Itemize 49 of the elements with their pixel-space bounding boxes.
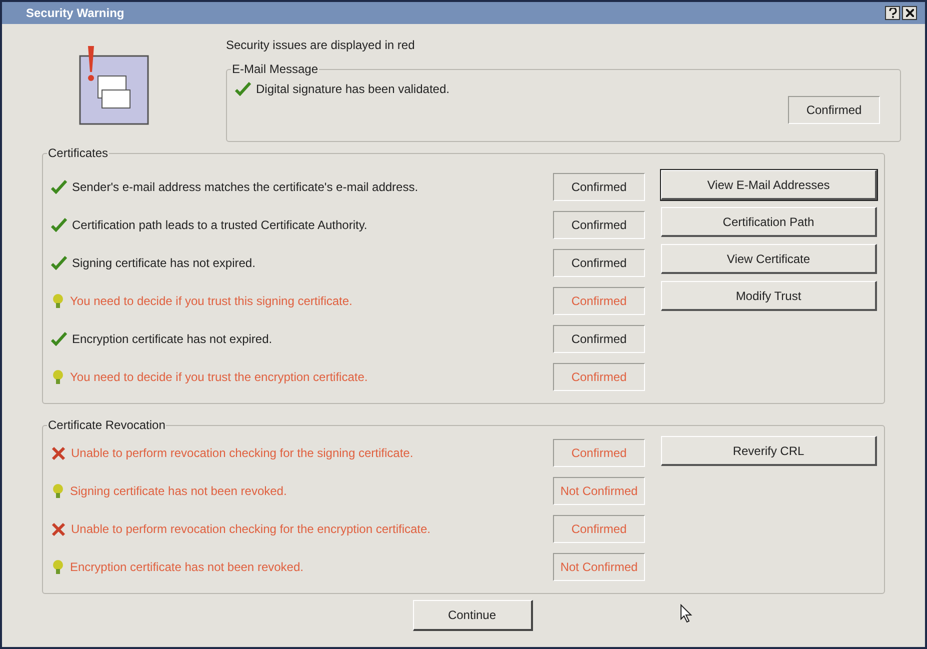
dialog-button[interactable]: View Certificate bbox=[661, 244, 877, 274]
check-icon bbox=[51, 180, 67, 194]
lightbulb-icon bbox=[51, 559, 65, 575]
error-x-icon bbox=[51, 522, 66, 536]
check-icon bbox=[51, 256, 67, 270]
check-result-text: Certification path leads to a trusted Certificate Authority. bbox=[72, 217, 368, 234]
lightbulb-icon bbox=[51, 369, 65, 385]
status-field: Confirmed bbox=[553, 211, 645, 239]
status-field: Not Confirmed bbox=[553, 477, 645, 505]
lightbulb-icon bbox=[51, 293, 65, 309]
error-x-icon bbox=[51, 446, 66, 460]
help-icon bbox=[888, 8, 896, 18]
check-icon bbox=[235, 82, 251, 96]
lightbulb-icon bbox=[51, 483, 65, 499]
check-result-text: You need to decide if you trust the encryption certificate. bbox=[70, 369, 368, 386]
close-button[interactable] bbox=[902, 6, 917, 20]
dialog-button[interactable]: Certification Path bbox=[661, 207, 877, 237]
dialog-button[interactable]: View E-Mail Addresses bbox=[661, 170, 877, 200]
help-button[interactable] bbox=[885, 6, 900, 20]
dialog-button[interactable]: Modify Trust bbox=[661, 281, 877, 311]
check-result-text: Encryption certificate has not been revoked. bbox=[70, 559, 304, 576]
status-field: Confirmed bbox=[553, 173, 645, 201]
dialog-button[interactable]: Reverify CRL bbox=[661, 436, 877, 466]
status-field: Confirmed bbox=[553, 325, 645, 353]
check-result-text: You need to decide if you trust this signing certificate. bbox=[70, 293, 352, 310]
status-field: Confirmed bbox=[788, 96, 880, 124]
status-field: Confirmed bbox=[553, 439, 645, 467]
check-icon bbox=[51, 332, 67, 346]
status-field: Confirmed bbox=[553, 515, 645, 543]
check-result-text: Unable to perform revocation checking for the encryption certificate. bbox=[71, 521, 431, 538]
group-label: Certificates bbox=[47, 145, 110, 162]
continue-button[interactable]: Continue bbox=[412, 600, 532, 631]
check-result-text: Unable to perform revocation checking for the signing certificate. bbox=[71, 445, 414, 462]
status-field: Confirmed bbox=[553, 249, 645, 277]
group-label: Certificate Revocation bbox=[47, 417, 166, 434]
check-result-text: Digital signature has been validated. bbox=[256, 81, 450, 98]
window-title: Security Warning bbox=[26, 5, 124, 22]
check-result-text: Sender's e-mail address matches the certificate's e-mail address. bbox=[72, 179, 418, 196]
mouse-cursor-icon bbox=[680, 604, 694, 624]
status-field: Confirmed bbox=[553, 363, 645, 391]
check-result-text: Encryption certificate has not expired. bbox=[72, 331, 272, 348]
check-result-text: Signing certificate has not been revoked. bbox=[70, 483, 287, 500]
notice-text: Security issues are displayed in red bbox=[226, 37, 416, 54]
close-icon bbox=[906, 9, 914, 17]
status-field: Not Confirmed bbox=[553, 553, 645, 581]
check-result-text: Signing certificate has not expired. bbox=[72, 255, 256, 272]
status-field: Confirmed bbox=[553, 287, 645, 315]
check-icon bbox=[51, 218, 67, 232]
group-label: E-Mail Message bbox=[231, 61, 320, 78]
